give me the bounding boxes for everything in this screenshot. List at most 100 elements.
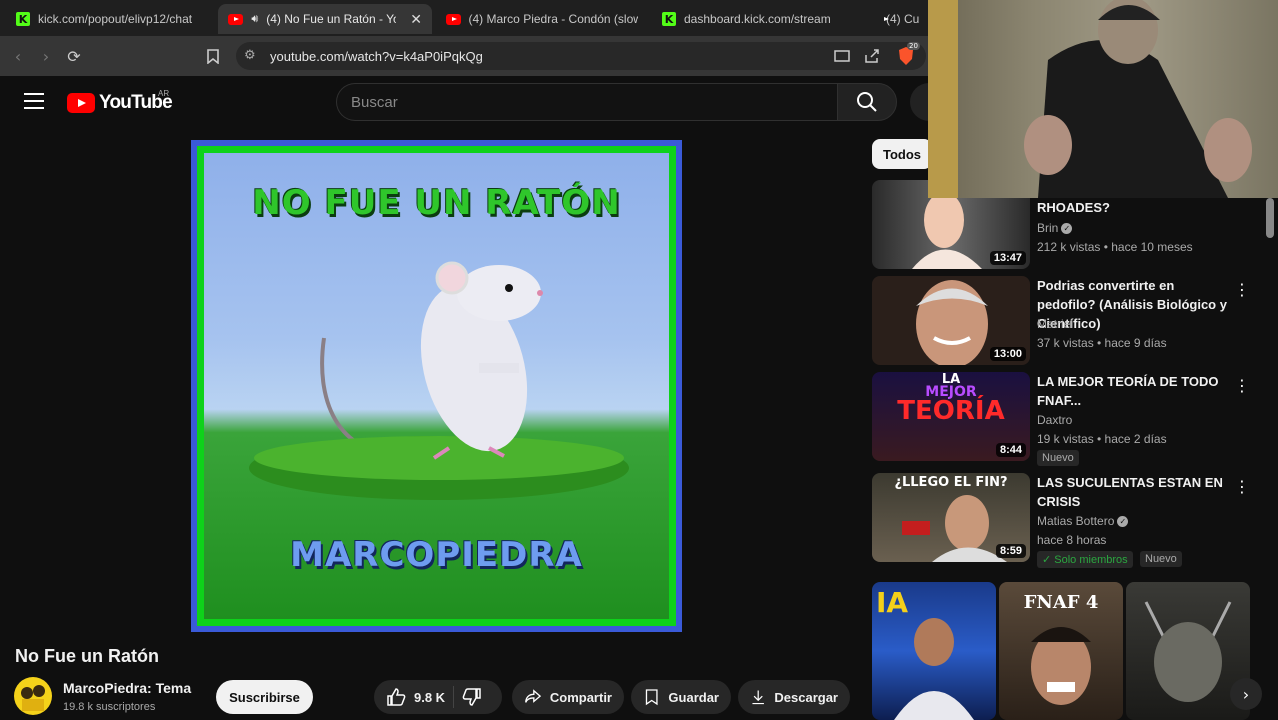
more-options-icon[interactable]: ⋮ <box>1234 280 1250 299</box>
members-only-badge: ✓ Solo miembros <box>1037 551 1133 568</box>
kick-icon: K <box>662 12 676 26</box>
tab-title: (4) No Fue un Ratón - YouTube <box>266 12 396 26</box>
url-text: youtube.com/watch?v=k4aP0iPqkQg <box>270 48 483 64</box>
video-meta: 37 k vistas • hace 9 días <box>1037 336 1167 350</box>
channel-name[interactable]: MarcoPiedra: Tema <box>63 680 191 696</box>
video-thumbnail[interactable]: 13:00 <box>872 276 1030 365</box>
channel-text: Brin <box>1037 221 1059 235</box>
youtube-icon <box>228 13 244 25</box>
cast-icon[interactable] <box>830 44 854 68</box>
browser-tab[interactable]: (4) Cu <box>868 4 928 34</box>
browser-tab[interactable]: K kick.com/popout/elivp12/chat <box>6 4 216 34</box>
share-icon <box>525 689 542 703</box>
thumbnail-text: TEORÍA <box>897 396 1005 426</box>
subscribe-button[interactable]: Suscribirse <box>216 680 313 714</box>
video-thumbnail[interactable]: LA MEJOR TEORÍA 8:44 <box>872 372 1030 461</box>
search-button[interactable] <box>837 83 897 121</box>
dislike-button[interactable] <box>462 687 482 707</box>
bookmark-icon[interactable] <box>201 44 225 68</box>
new-badge: Nuevo <box>1140 551 1182 567</box>
search-placeholder: Buscar <box>351 93 398 111</box>
video-duration: 13:00 <box>989 347 1026 361</box>
video-player[interactable]: NO FUE UN RATÓN MARCOPIEDRA <box>191 140 682 632</box>
more-options-icon[interactable]: ⋮ <box>1234 376 1250 395</box>
album-art-title: NO FUE UN RATÓN <box>252 183 621 223</box>
video-meta: 212 k vistas • hace 10 meses <box>1037 240 1193 254</box>
video-title[interactable]: LA MEJOR TEORÍA DE TODO FNAF... <box>1037 372 1232 410</box>
site-settings-icon[interactable]: ⚙︎ <box>244 48 256 63</box>
badge-text: Solo miembros <box>1054 554 1128 566</box>
channel-name[interactable]: Brin ✓ <box>1037 221 1073 235</box>
channel-avatar[interactable] <box>14 677 52 715</box>
tab-title: (4) Cu <box>886 12 920 26</box>
subscriber-count: 19.8 k suscriptores <box>63 701 156 713</box>
save-label: Guardar <box>668 689 719 705</box>
share-label: Compartir <box>549 689 612 705</box>
tab-title: kick.com/popout/elivp12/chat <box>38 12 193 26</box>
brave-badge: 20 <box>907 42 920 50</box>
country-code: AR <box>158 89 170 98</box>
video-duration: 8:59 <box>995 544 1026 558</box>
video-duration: 13:47 <box>989 251 1026 265</box>
channel-name[interactable]: Daxtro <box>1037 413 1072 427</box>
album-art-artist: MARCOPIEDRA <box>290 535 583 575</box>
share-page-icon[interactable] <box>860 44 884 68</box>
album-art: NO FUE UN RATÓN MARCOPIEDRA <box>204 153 669 619</box>
hamburger-menu-icon[interactable] <box>24 93 44 109</box>
video-meta: 19 k vistas • hace 2 días <box>1037 432 1167 446</box>
video-title[interactable]: LAS SUCULENTAS ESTAN EN CRISIS <box>1037 473 1232 511</box>
channel-name[interactable]: Matriel <box>1037 317 1073 331</box>
like-dislike-group: 9.8 K <box>374 680 502 714</box>
video-title: No Fue un Ratón <box>15 646 159 666</box>
download-label: Descargar <box>774 689 838 705</box>
more-options-icon[interactable]: ⋮ <box>1234 477 1250 496</box>
speaker-icon: 🔊︎ <box>251 12 259 25</box>
thumbs-down-icon <box>462 688 481 706</box>
scrollbar[interactable] <box>1266 198 1274 238</box>
verified-icon: ✓ <box>1117 516 1129 528</box>
back-icon[interactable]: ‹ <box>6 44 30 68</box>
short-thumbnail[interactable]: IA <box>872 582 996 720</box>
mouse-illustration <box>249 261 629 500</box>
new-badge: Nuevo <box>1037 450 1079 466</box>
chevron-right-icon[interactable]: › <box>1230 678 1262 710</box>
shorts-shelf: IA FNAF 4 <box>872 582 1252 720</box>
like-count: 9.8 K <box>414 689 446 705</box>
youtube-icon <box>446 13 461 25</box>
thumbs-up-icon <box>387 688 406 706</box>
youtube-logo[interactable]: YouTube <box>67 92 173 114</box>
chip-todos[interactable]: Todos <box>872 139 932 169</box>
recommended-video[interactable]: LA MEJOR TEORÍA 8:44 LA MEJOR TEORÍA DE … <box>872 372 1262 468</box>
browser-tab[interactable]: (4) Marco Piedra - Condón (slowed <box>436 4 648 34</box>
like-button[interactable]: 9.8 K <box>386 687 445 707</box>
tab-title: (4) Marco Piedra - Condón (slowed <box>468 12 638 26</box>
recommended-video[interactable]: ¿LLEGO EL FIN? 8:59 LAS SUCULENTAS ESTAN… <box>872 473 1262 569</box>
save-icon <box>645 689 658 706</box>
browser-tab[interactable]: K dashboard.kick.com/stream <box>652 4 866 34</box>
short-thumbnail[interactable]: FNAF 4 <box>999 582 1123 720</box>
video-meta: hace 8 horas <box>1037 533 1107 547</box>
channel-text: Matias Bottero <box>1037 514 1115 528</box>
reload-icon[interactable]: ⟳ <box>62 44 86 68</box>
video-duration: 8:44 <box>995 443 1026 457</box>
brave-shield-icon[interactable]: 20 <box>894 42 920 68</box>
webcam-overlay <box>928 0 1278 198</box>
verified-icon: ✓ <box>1061 223 1073 235</box>
recommended-video[interactable]: 13:00 Podrias convertirte en pedofilo? (… <box>872 276 1262 368</box>
forward-icon[interactable]: › <box>34 44 58 68</box>
search-icon <box>857 92 877 112</box>
download-button[interactable]: Descargar <box>738 680 850 714</box>
address-bar[interactable]: youtube.com/watch?v=k4aP0iPqkQg <box>236 42 926 70</box>
album-art-frame: NO FUE UN RATÓN MARCOPIEDRA <box>197 146 676 626</box>
channel-name[interactable]: Matias Bottero ✓ <box>1037 514 1129 528</box>
tab-close-icon[interactable]: ✕ <box>410 11 422 28</box>
download-icon <box>752 690 764 705</box>
save-button[interactable]: Guardar <box>631 680 731 714</box>
share-button[interactable]: Compartir <box>512 680 624 714</box>
browser-tab-active[interactable]: 🔊︎ (4) No Fue un Ratón - YouTube ✕ <box>218 4 432 34</box>
tab-title: dashboard.kick.com/stream <box>684 12 831 26</box>
youtube-play-icon <box>67 93 95 113</box>
video-thumbnail[interactable]: ¿LLEGO EL FIN? 8:59 <box>872 473 1030 562</box>
video-title[interactable]: RHOADES? <box>1037 198 1232 217</box>
search-input[interactable]: Buscar <box>336 83 837 121</box>
